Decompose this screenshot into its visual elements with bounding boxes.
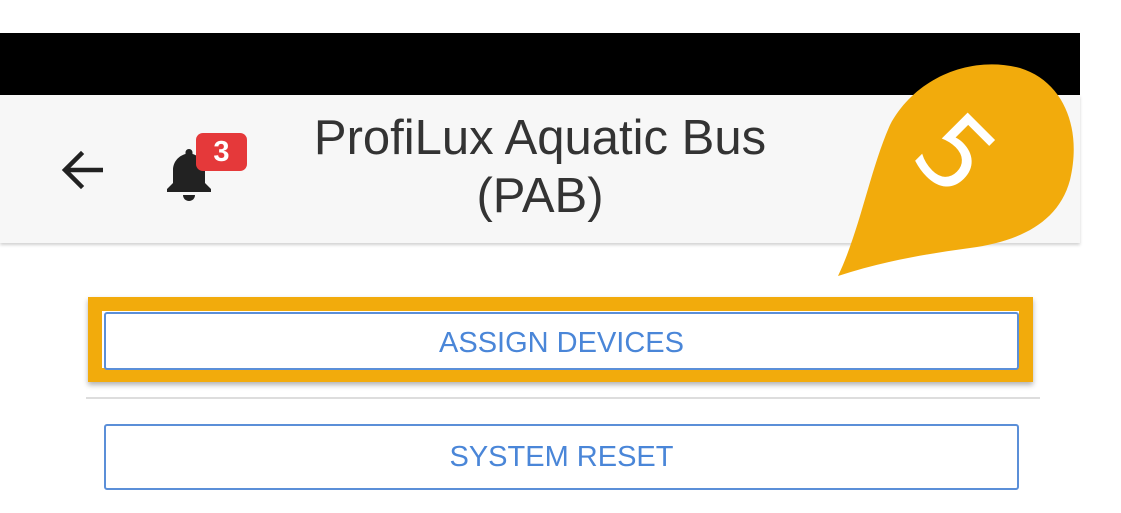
back-button[interactable] bbox=[52, 143, 112, 197]
system-reset-button[interactable]: SYSTEM RESET bbox=[104, 424, 1019, 490]
notifications-button[interactable]: 3 bbox=[158, 133, 247, 203]
page-title-line-1: ProfiLux Aquatic Bus bbox=[313, 111, 767, 165]
arrow-left-icon bbox=[61, 150, 103, 190]
app-screen: 3 ProfiLux Aquatic Bus (PAB) 5 ASSIGN DE… bbox=[0, 0, 1121, 513]
page-title-line-2: (PAB) bbox=[476, 169, 604, 223]
divider bbox=[86, 397, 1040, 399]
page-title: ProfiLux Aquatic Bus (PAB) bbox=[260, 109, 820, 225]
assign-devices-button[interactable]: ASSIGN DEVICES bbox=[104, 312, 1019, 370]
notification-badge: 3 bbox=[196, 133, 247, 171]
